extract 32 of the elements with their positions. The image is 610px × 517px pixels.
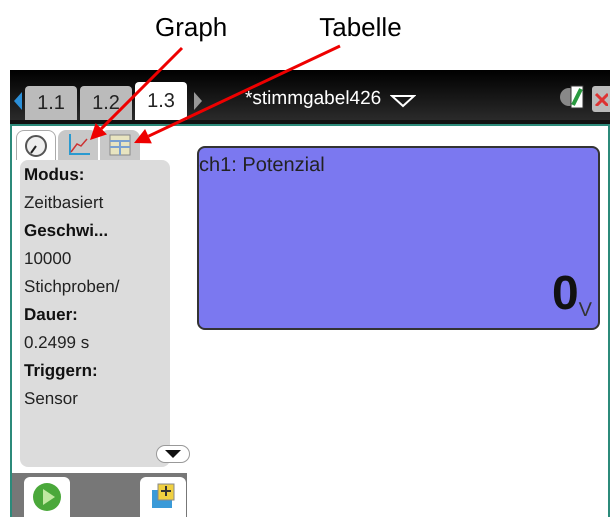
setting-label: Geschwi...: [24, 220, 110, 242]
start-button[interactable]: [24, 477, 70, 517]
page-tab[interactable]: 1.2: [80, 86, 132, 120]
setting-value: Stichproben/: [24, 276, 120, 298]
table-icon: [108, 133, 132, 157]
view-tab[interactable]: [100, 130, 140, 160]
annotation-label: Tabelle: [319, 12, 402, 43]
setting-label: Modus:: [24, 164, 86, 186]
storage-button[interactable]: [140, 477, 186, 517]
setting-value: 0.2499 s: [24, 332, 90, 354]
annotation-label: Graph: [155, 12, 228, 43]
document-title: *stimmgabel426: [245, 88, 382, 110]
setting-value: 10000: [24, 248, 72, 270]
close-icon: [594, 92, 608, 106]
page-tab[interactable]: 1.1: [25, 86, 77, 120]
scroll-right-icon[interactable]: [194, 92, 202, 110]
view-tab[interactable]: [58, 130, 98, 160]
setting-label: Triggern:: [24, 360, 99, 382]
view-tab[interactable]: [16, 130, 56, 160]
channel-label: ch1: Potenzial: [199, 154, 326, 177]
scroll-down-button[interactable]: [156, 445, 190, 463]
gauge-icon: [24, 134, 48, 158]
meter-value: 0: [552, 270, 579, 318]
caret-down-icon: [165, 450, 181, 458]
play-icon: [31, 481, 63, 513]
dropdown-button[interactable]: [390, 94, 416, 108]
meter-unit: V: [578, 299, 592, 322]
setting-value: Zeitbasiert: [24, 192, 104, 214]
page-tab[interactable]: 1.3: [135, 82, 187, 120]
setting-label: Dauer:: [24, 304, 79, 326]
setting-value: Sensor: [24, 388, 79, 410]
triangle-down-icon: [390, 94, 416, 108]
